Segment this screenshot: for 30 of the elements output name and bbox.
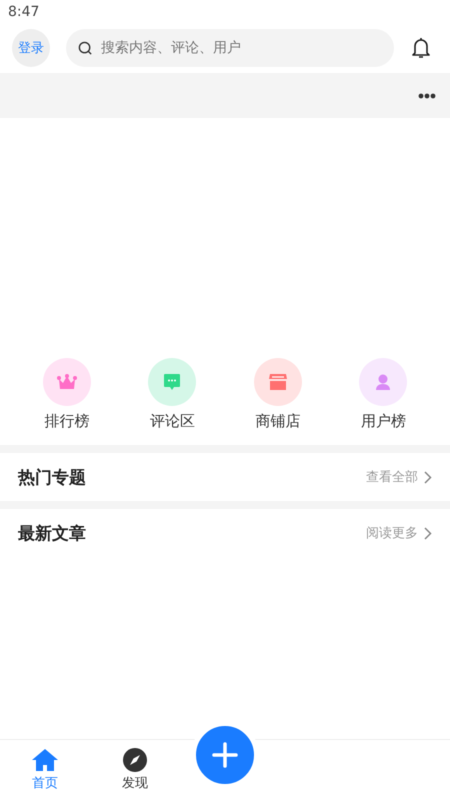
shortcut-button[interactable] xyxy=(254,358,302,406)
chevron-icon xyxy=(424,526,432,540)
user-icon xyxy=(374,373,392,391)
plus-icon xyxy=(212,742,238,768)
shortcut-label: 商铺店 xyxy=(255,412,300,431)
tab-item[interactable]: 发现 xyxy=(90,748,180,792)
search-input[interactable]: 搜索内容、评论、用户 xyxy=(99,39,382,57)
shortcut-button[interactable] xyxy=(42,358,91,406)
home-icon xyxy=(31,748,59,772)
more-icon[interactable] xyxy=(418,92,436,98)
search-icon xyxy=(78,40,93,56)
section-title: 最新文章 xyxy=(18,522,86,544)
shortcut-button[interactable] xyxy=(148,358,196,406)
chat-icon xyxy=(163,373,182,391)
shortcut-label: 用户榜 xyxy=(360,412,406,431)
login-button[interactable]: 登录 xyxy=(12,29,50,67)
status-time: 8:47 xyxy=(7,3,40,22)
compass-icon xyxy=(123,748,147,772)
shortcut-label: 评论区 xyxy=(150,412,195,431)
bell-icon[interactable] xyxy=(410,36,432,60)
shortcut-button[interactable] xyxy=(359,358,408,406)
section-link[interactable]: 查看全部 xyxy=(366,468,432,486)
section-title: 热门专题 xyxy=(18,466,86,488)
crown-icon xyxy=(56,374,77,390)
tab-item[interactable]: 首页 xyxy=(0,748,90,792)
search-field[interactable]: 搜索内容、评论、用户 xyxy=(66,29,394,67)
shop-icon xyxy=(268,373,288,391)
chevron-icon xyxy=(424,470,432,484)
section-link[interactable]: 阅读更多 xyxy=(366,524,432,542)
shortcut-label: 排行榜 xyxy=(44,412,90,431)
